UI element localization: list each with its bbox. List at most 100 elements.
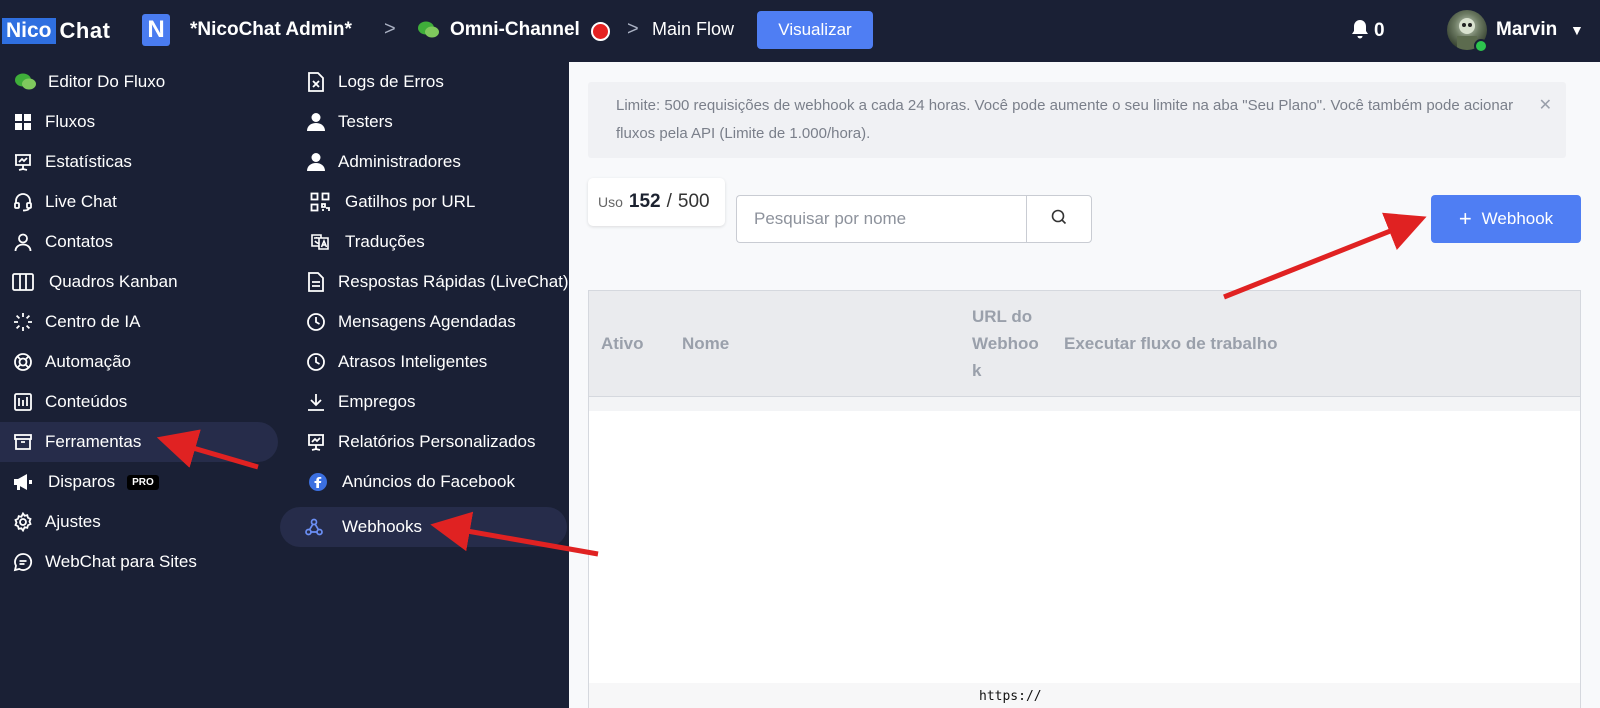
usage-counter: Uso 152 / 500: [588, 178, 725, 226]
lifebuoy-icon: [11, 350, 35, 374]
download-icon: [304, 390, 328, 414]
notification-count: 0: [1374, 20, 1385, 41]
headset-icon: [11, 190, 35, 214]
column-header-ativo[interactable]: Ativo: [601, 330, 644, 357]
sparkle-icon: [11, 310, 35, 334]
sidebar-item-estatisticas[interactable]: Estatísticas: [0, 142, 270, 182]
error-file-icon: [304, 70, 328, 94]
translate-icon: [308, 230, 332, 254]
submenu-item-webhooks[interactable]: Webhooks: [280, 507, 567, 547]
webhooks-table: Ativo Nome URL do Webhoo k Executar flux…: [588, 290, 1581, 708]
sidebar-item-quadros-kanban[interactable]: Quadros Kanban: [0, 262, 270, 302]
archive-icon: [11, 430, 35, 454]
sidebar-item-ajustes[interactable]: Ajustes: [0, 502, 270, 542]
column-header-nome[interactable]: Nome: [682, 330, 729, 357]
submenu-item-atrasos-inteligentes[interactable]: Atrasos Inteligentes: [290, 342, 569, 382]
submenu-item-gatilhos-por-url[interactable]: Gatilhos por URL: [290, 182, 569, 222]
limit-alert: Limite: 500 requisições de webhook a cad…: [588, 82, 1566, 158]
column-header-url-do-webhook[interactable]: URL do Webhoo k: [972, 303, 1052, 384]
workspace-name[interactable]: *NicoChat Admin*: [190, 19, 352, 41]
user-name[interactable]: Marvin: [1496, 19, 1557, 41]
breadcrumb-separator: >: [384, 18, 396, 40]
submenu-item-label: Logs de Erros: [338, 72, 444, 91]
sidebar-item-label: Contatos: [45, 232, 114, 251]
sidebar-item-ferramentas[interactable]: Ferramentas: [0, 422, 278, 462]
content-icon: [11, 390, 35, 414]
user-solid-icon: [304, 110, 328, 134]
submenu-item-label: Atrasos Inteligentes: [338, 352, 488, 371]
close-icon[interactable]: ✕: [1539, 92, 1552, 120]
submenu-item-mensagens-agendadas[interactable]: Mensagens Agendadas: [290, 302, 569, 342]
chat-bubbles-icon: [14, 70, 38, 94]
table-row: [589, 397, 1580, 411]
submenu-item-label: Mensagens Agendadas: [338, 312, 516, 331]
submenu-item-administradores[interactable]: Administradores: [290, 142, 569, 182]
document-icon: [304, 270, 328, 294]
submenu-item-logs-de-erros[interactable]: Logs de Erros: [290, 62, 569, 102]
submenu-item-label: Gatilhos por URL: [345, 192, 476, 211]
table-header: Ativo Nome URL do Webhoo k Executar flux…: [589, 291, 1580, 397]
sidebar-item-label: Automação: [45, 352, 131, 371]
sidebar-item-label: Conteúdos: [45, 392, 128, 411]
search-input[interactable]: [736, 195, 1026, 243]
chevron-down-icon[interactable]: ▼: [1570, 22, 1584, 38]
nicochat-logo[interactable]: Nico Chat: [2, 18, 110, 44]
usage-label: Uso: [598, 194, 623, 210]
sidebar-item-label: Disparos: [48, 472, 116, 491]
sidebar-item-editor-do-fluxo[interactable]: Editor Do Fluxo: [0, 62, 270, 102]
submenu-item-label: Webhooks: [342, 517, 423, 536]
grid-icon: [11, 110, 35, 134]
sidebar-item-live-chat[interactable]: Live Chat: [0, 182, 270, 222]
sidebar-item-conteudos[interactable]: Conteúdos: [0, 382, 270, 422]
submenu-item-empregos[interactable]: Empregos: [290, 382, 569, 422]
submenu-item-traducoes[interactable]: Traduções: [290, 222, 569, 262]
sidebar-item-label: Editor Do Fluxo: [48, 72, 166, 91]
sidebar-item-disparos[interactable]: Disparos PRO: [0, 462, 270, 502]
table-row: [589, 683, 1580, 708]
usage-separator: /: [666, 191, 672, 212]
submenu-item-respostas-rapidas[interactable]: Respostas Rápidas (LiveChat): [290, 262, 569, 302]
alert-text: Limite: 500 requisições de webhook a cad…: [616, 97, 1514, 142]
submenu-item-label: Relatórios Personalizados: [338, 432, 536, 451]
usage-current: 152: [628, 191, 661, 212]
gear-icon: [11, 510, 35, 534]
column-header-executar-fluxo[interactable]: Executar fluxo de trabalho: [1064, 330, 1278, 357]
channel-name[interactable]: Omni-Channel: [450, 19, 580, 41]
sidebar-item-label: WebChat para Sites: [45, 552, 197, 571]
logo-nico: Nico: [2, 18, 56, 44]
megaphone-icon: [11, 470, 35, 494]
facebook-icon: [306, 470, 330, 494]
add-webhook-button[interactable]: + Webhook: [1431, 195, 1581, 243]
sidebar-item-automacao[interactable]: Automação: [0, 342, 270, 382]
webhook-url-cell: https://: [979, 689, 1042, 704]
logo-chat: Chat: [59, 18, 111, 43]
top-bar: Nico Chat N *NicoChat Admin* > Omni-Chan…: [0, 0, 1600, 62]
sidebar-item-fluxos[interactable]: Fluxos: [0, 102, 270, 142]
visualize-button[interactable]: Visualizar: [757, 11, 873, 49]
chat-bubbles-icon: [418, 20, 440, 45]
clock-icon: [304, 350, 328, 374]
user-solid-icon: [304, 150, 328, 174]
submenu-item-label: Anúncios do Facebook: [342, 472, 515, 491]
sidebar-item-label: Estatísticas: [45, 152, 132, 171]
webhook-icon: [302, 515, 326, 539]
submenu-item-label: Administradores: [338, 152, 461, 171]
submenu-item-anuncios-do-facebook[interactable]: Anúncios do Facebook: [290, 462, 569, 502]
user-icon: [11, 230, 35, 254]
flow-name[interactable]: Main Flow: [652, 19, 734, 40]
workspace-badge[interactable]: N: [142, 14, 170, 46]
pro-badge: PRO: [127, 474, 159, 490]
bell-icon[interactable]: [1350, 19, 1370, 46]
message-circle-icon: [11, 550, 35, 574]
submenu-item-testers[interactable]: Testers: [290, 102, 569, 142]
sidebar-item-label: Fluxos: [45, 112, 96, 131]
sidebar-item-centro-de-ia[interactable]: Centro de IA: [0, 302, 270, 342]
qr-code-icon: [308, 190, 332, 214]
sidebar-item-label: Ajustes: [45, 512, 101, 531]
sidebar-item-webchat-para-sites[interactable]: WebChat para Sites: [0, 542, 270, 582]
submenu-item-relatorios-personalizados[interactable]: Relatórios Personalizados: [290, 422, 569, 462]
add-webhook-label: Webhook: [1481, 209, 1554, 228]
submenu-item-label: Traduções: [345, 232, 425, 251]
sidebar-item-contatos[interactable]: Contatos: [0, 222, 270, 262]
search-button[interactable]: [1026, 195, 1092, 243]
